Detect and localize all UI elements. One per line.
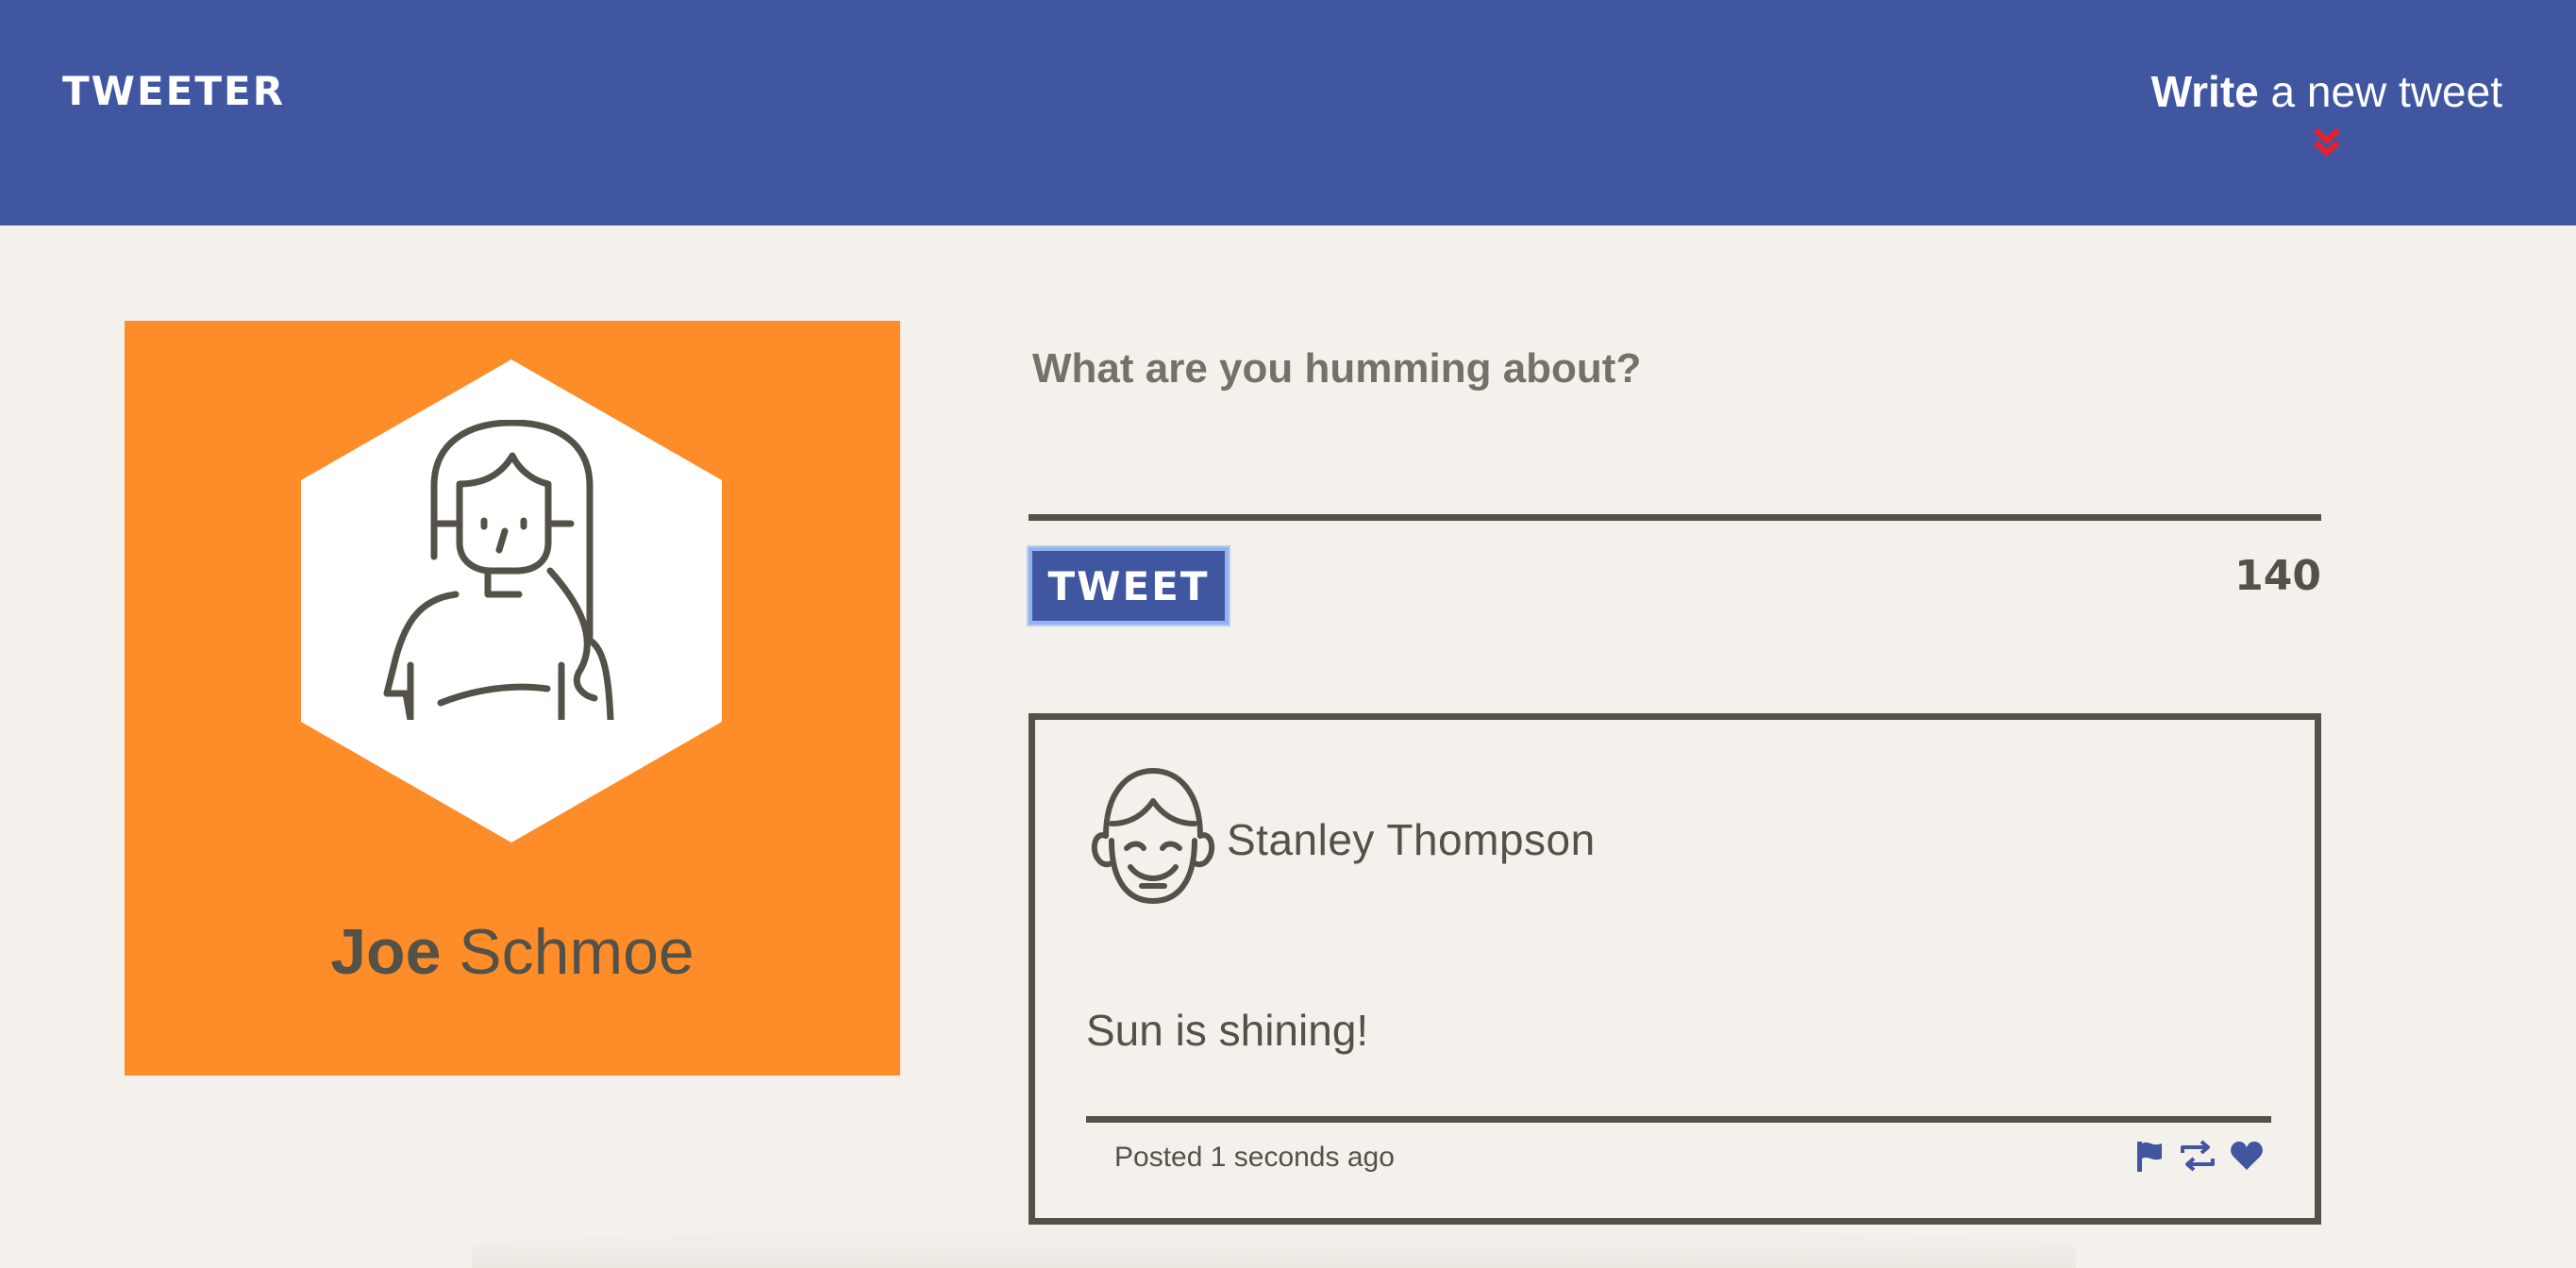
flag-icon[interactable] [2133, 1140, 2166, 1172]
tweet-actions [2133, 1140, 2264, 1172]
tweet-timestamp: Posted 1 seconds ago [1114, 1142, 1395, 1173]
write-strong: Write [2150, 67, 2259, 116]
retweet-button[interactable] [2179, 1140, 2216, 1172]
tweet-text: Sun is shining! [1086, 1006, 1369, 1055]
flag-button[interactable] [2133, 1140, 2166, 1172]
write-new-tweet-toggle[interactable]: Write a new tweet [2151, 66, 2502, 158]
smiling-face-avatar-icon [1091, 768, 1215, 904]
tweet-submit-button[interactable]: TWEET [1029, 547, 1229, 625]
double-chevron-down-icon[interactable] [2311, 126, 2343, 158]
retweet-icon[interactable] [2179, 1140, 2216, 1172]
profile-last-name: Schmoe [441, 916, 694, 988]
tweet-input[interactable] [1029, 321, 2321, 521]
heart-icon[interactable] [2230, 1140, 2264, 1172]
char-counter: 140 [2234, 552, 2321, 600]
profile-first-name: Joe [330, 916, 442, 988]
like-button[interactable] [2230, 1140, 2264, 1172]
write-new-tweet-label[interactable]: Write a new tweet [2151, 66, 2502, 117]
tweet-card: Stanley Thompson Sun is shining! Posted … [1029, 713, 2321, 1225]
tweet-author-name: Stanley Thompson [1227, 815, 1596, 864]
tweet-footer: Posted 1 seconds ago [1086, 1116, 2271, 1192]
next-card-shadow [472, 1226, 2076, 1268]
brand-logo[interactable]: TWEETER [62, 68, 285, 114]
profile-card: Joe Schmoe [125, 321, 900, 1076]
woman-avatar-icon [383, 420, 614, 720]
profile-name: Joe Schmoe [125, 915, 900, 989]
top-navbar: TWEETER Write a new tweet [0, 0, 2576, 225]
write-rest: a new tweet [2258, 67, 2503, 116]
